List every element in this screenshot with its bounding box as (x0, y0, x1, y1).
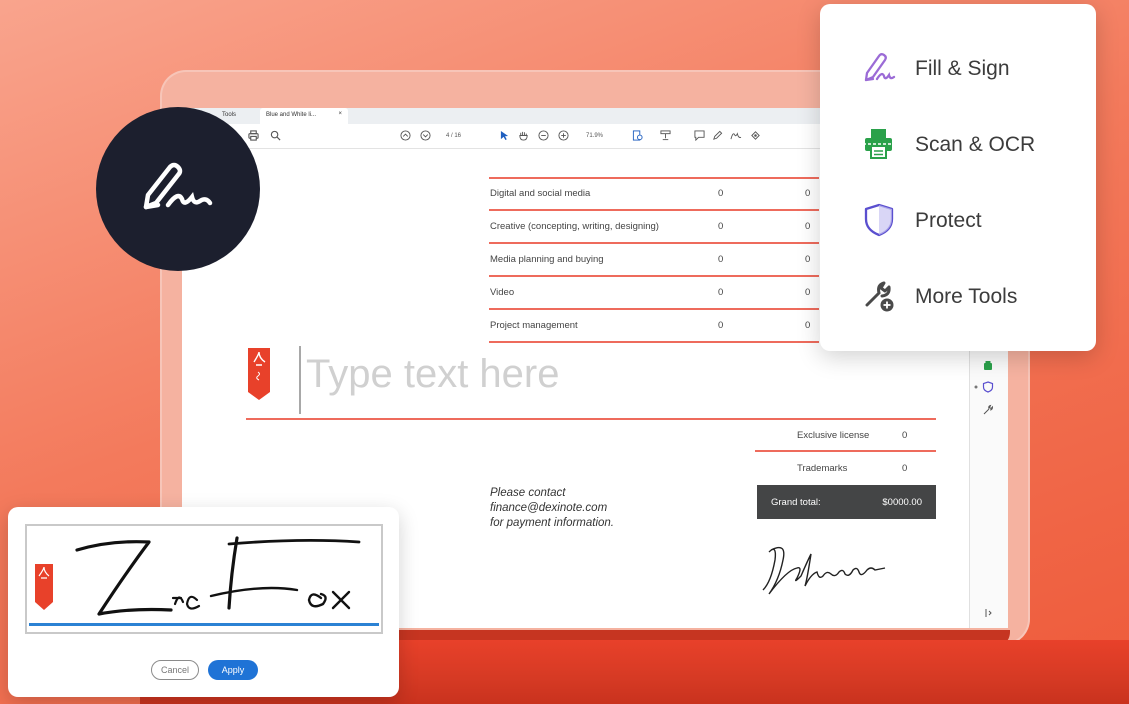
menu-item-more-tools[interactable]: More Tools (862, 276, 1082, 316)
page-tools-icon[interactable] (632, 130, 643, 141)
drawn-signature (75, 536, 361, 616)
row-value: 0 (805, 287, 811, 298)
comment-icon[interactable] (694, 130, 705, 141)
zoom-in-icon[interactable] (558, 130, 569, 141)
summary-value: 0 (902, 430, 908, 441)
contact-line: for payment information. (490, 517, 615, 529)
signature-dialog: Cancel Apply (8, 507, 399, 697)
page-indicator[interactable]: 4 / 16 (446, 133, 461, 139)
payment-contact: Please contact finance@dexinote.com for … (490, 486, 614, 531)
fill-sign-badge (96, 107, 260, 271)
row-value: 0 (718, 254, 724, 265)
handwritten-signature (762, 546, 886, 595)
summary-row: Trademarks 0 (755, 452, 936, 483)
table-row: Media planning and buying 0 0 (489, 243, 819, 277)
row-value: 0 (718, 287, 724, 298)
rail-collapse-icon[interactable] (974, 385, 978, 389)
menu-item-fill-sign[interactable]: Fill & Sign (862, 48, 1082, 88)
table-row: Video 0 0 (489, 276, 819, 310)
fill-sign-icon (864, 53, 896, 82)
acrobat-sign-flag-icon (248, 348, 270, 400)
row-value: 0 (805, 221, 811, 232)
scan-ocr-icon (863, 129, 895, 159)
type-text-placeholder: Type text here (306, 352, 560, 396)
zoom-out-icon[interactable] (538, 130, 549, 141)
menu-item-label: Fill & Sign (915, 57, 1010, 80)
signature-pad[interactable] (25, 524, 383, 634)
menu-item-label: Protect (915, 209, 982, 232)
row-label: Creative (concepting, writing, designing… (490, 221, 659, 232)
zoom-search-icon[interactable] (270, 130, 281, 141)
hand-tool-icon[interactable] (518, 130, 529, 141)
acrobat-sign-flag-icon (35, 564, 53, 610)
summary-value: 0 (902, 463, 908, 474)
row-label: Media planning and buying (490, 254, 604, 265)
row-value: 0 (805, 188, 811, 199)
row-value: 0 (805, 320, 811, 331)
row-value: 0 (718, 221, 724, 232)
row-label: Project management (490, 320, 578, 331)
summary-label: Exclusive license (797, 430, 870, 441)
shield-icon (864, 203, 894, 237)
tab-document[interactable]: Blue and White li... × (260, 108, 348, 124)
summary-row: Exclusive license 0 (755, 419, 936, 452)
apply-button[interactable]: Apply (208, 660, 258, 680)
grand-total-label: Grand total: (771, 497, 821, 508)
select-cursor-icon[interactable] (500, 130, 509, 141)
rail-scan-icon[interactable] (982, 360, 994, 372)
row-label: Digital and social media (490, 188, 591, 199)
stamp-icon[interactable] (660, 130, 671, 141)
wrench-plus-icon (865, 281, 894, 312)
share-icon[interactable] (750, 130, 761, 141)
row-value: 0 (718, 188, 724, 199)
menu-item-label: Scan & OCR (915, 133, 1036, 156)
grand-total: Grand total: $0000.00 (757, 485, 936, 519)
menu-item-protect[interactable]: Protect (862, 200, 1082, 240)
page-up-icon[interactable] (400, 130, 411, 141)
row-value: 0 (805, 254, 811, 265)
zoom-level[interactable]: 71.9% (586, 133, 603, 139)
rail-expand-icon[interactable] (984, 608, 994, 618)
fill-sign-pen-icon (143, 162, 213, 210)
row-value: 0 (718, 320, 724, 331)
highlight-pen-icon[interactable] (712, 130, 723, 141)
contact-line: Please contact (490, 487, 566, 499)
menu-item-label: More Tools (915, 285, 1018, 308)
grand-total-value: $0000.00 (882, 497, 922, 508)
type-text-field[interactable]: Type text here (246, 340, 936, 420)
tools-menu: Fill & Sign Scan & OCR Protect More Tool… (820, 4, 1096, 351)
summary-label: Trademarks (797, 463, 848, 474)
menu-item-scan-ocr[interactable]: Scan & OCR (862, 124, 1082, 164)
cancel-button[interactable]: Cancel (151, 660, 199, 680)
page-down-icon[interactable] (420, 130, 431, 141)
text-cursor (299, 346, 301, 414)
tab-document-label: Blue and White li... (266, 112, 317, 118)
tab-close-icon[interactable]: × (338, 111, 342, 117)
sign-icon[interactable] (730, 130, 742, 141)
signature-baseline (29, 623, 379, 626)
tab-tools[interactable]: Tools (222, 112, 236, 118)
rail-more-tools-icon[interactable] (982, 404, 994, 416)
contact-line: finance@dexinote.com (490, 502, 608, 514)
table-row: Creative (concepting, writing, designing… (489, 210, 819, 244)
rail-protect-icon[interactable] (982, 381, 994, 393)
table-row: Digital and social media 0 0 (489, 177, 819, 211)
print-icon[interactable] (248, 130, 259, 141)
table-row: Project management 0 0 (489, 309, 819, 343)
row-label: Video (490, 287, 515, 298)
